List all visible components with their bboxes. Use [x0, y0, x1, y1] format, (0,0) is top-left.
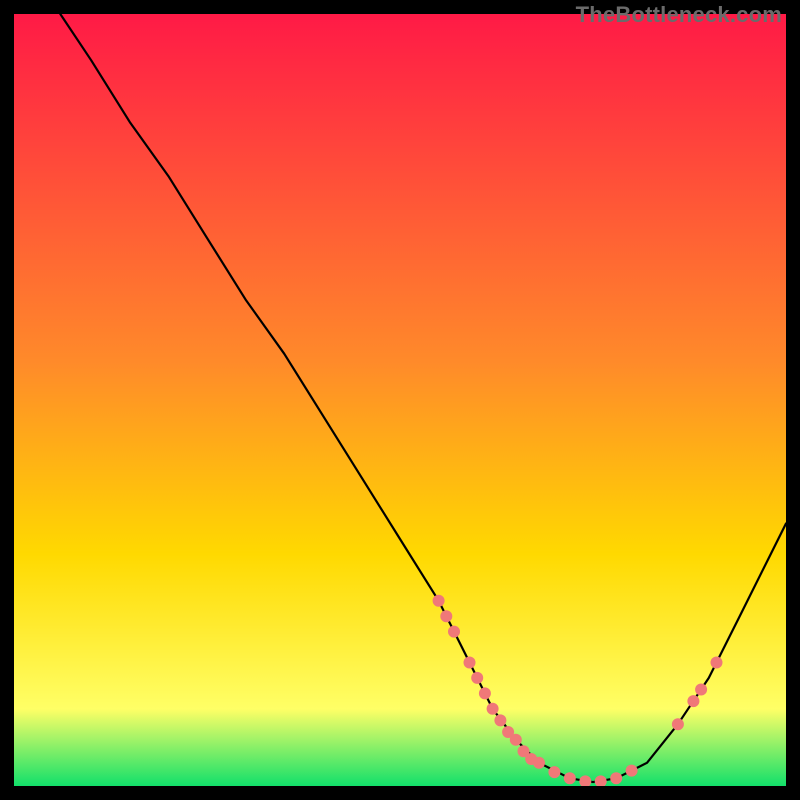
- curve-marker: [510, 734, 522, 746]
- curve-marker: [672, 718, 684, 730]
- curve-marker: [494, 714, 506, 726]
- curve-marker: [548, 766, 560, 778]
- curve-marker: [464, 657, 476, 669]
- curve-marker: [711, 657, 723, 669]
- chart-background-gradient: [14, 14, 786, 786]
- chart-frame: [14, 14, 786, 786]
- curve-marker: [471, 672, 483, 684]
- curve-marker: [626, 765, 638, 777]
- curve-marker: [533, 757, 545, 769]
- chart-svg: [14, 14, 786, 786]
- curve-marker: [687, 695, 699, 707]
- curve-marker: [440, 610, 452, 622]
- curve-marker: [564, 772, 576, 784]
- curve-marker: [695, 684, 707, 696]
- curve-marker: [610, 772, 622, 784]
- curve-marker: [448, 626, 460, 638]
- curve-marker: [487, 703, 499, 715]
- curve-marker: [479, 687, 491, 699]
- curve-marker: [433, 595, 445, 607]
- watermark-text: TheBottleneck.com: [576, 2, 782, 28]
